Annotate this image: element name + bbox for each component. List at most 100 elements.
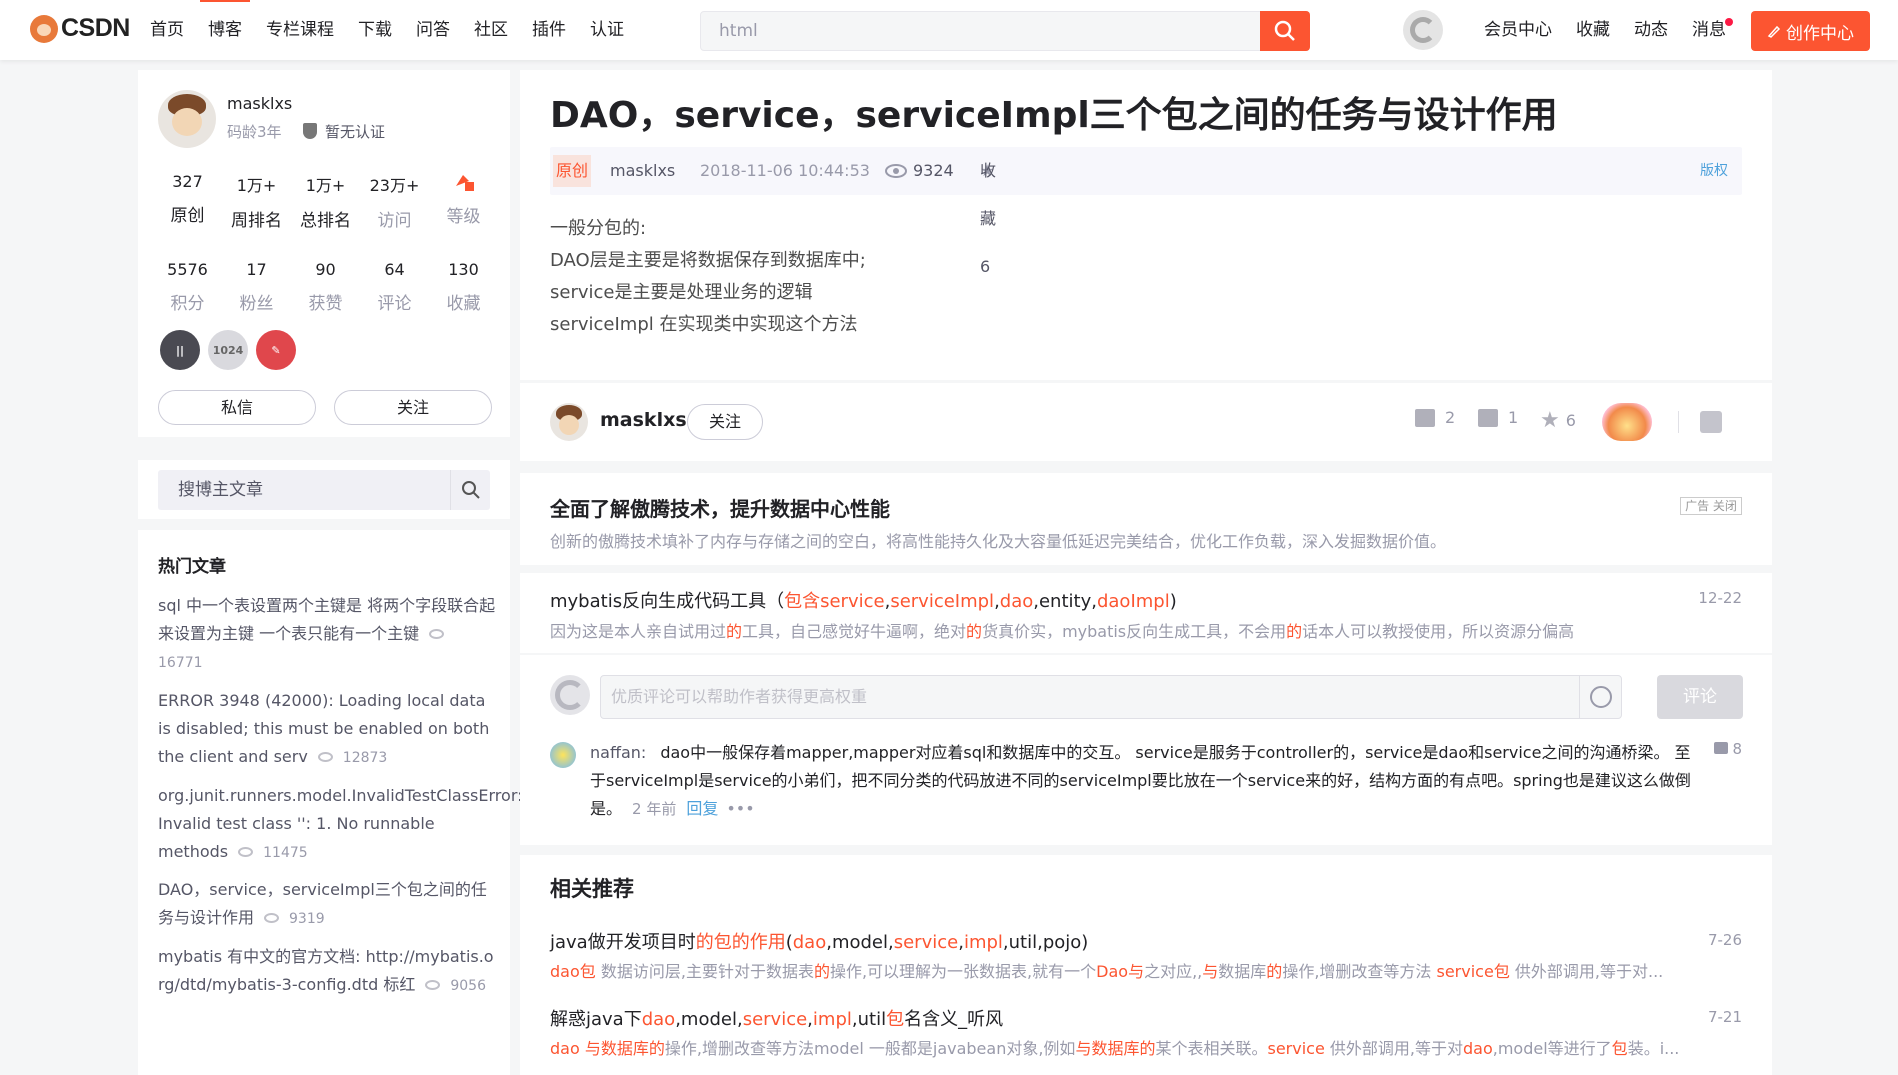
author-avatar[interactable] (158, 90, 216, 148)
nav-messages[interactable]: 消息 (1692, 0, 1733, 60)
emoji-button[interactable] (1579, 676, 1621, 718)
nav-cert[interactable]: 认证 (590, 0, 624, 60)
stat-original[interactable]: 327 原创 (153, 172, 222, 231)
article-meta: 原创 masklxs 2018-11-06 10:44:53 9324 ★ 收藏 … (550, 147, 1742, 276)
recommend-title[interactable]: mybatis反向生成代码工具（包含service,serviceImpl,da… (550, 587, 1177, 613)
eye-icon (429, 629, 445, 639)
recommend-date: 12-22 (1698, 589, 1742, 607)
recommend-item[interactable]: mybatis反向生成代码工具（包含service,serviceImpl,da… (520, 573, 1772, 653)
nav-favorites[interactable]: 收藏 (1576, 0, 1610, 60)
share-icon[interactable] (1700, 411, 1722, 433)
ad-close-tag[interactable]: 广告 关闭 (1680, 497, 1742, 515)
commenter-avatar (550, 675, 590, 715)
comment-like-button[interactable]: 8 (1714, 740, 1742, 758)
ad-card[interactable]: 全面了解傲腾技术，提升数据中心性能 创新的傲腾技术填补了内存与存储之间的空白，将… (520, 473, 1772, 565)
follow-button[interactable]: 关注 (334, 390, 492, 425)
main-nav: 首页 博客 专栏课程 下载 问答 社区 插件 认证 (150, 0, 648, 60)
author-toolbar: masklxs 关注 2 1 ★ 6 (520, 383, 1772, 461)
reply-button[interactable]: 回复 (686, 799, 718, 818)
hot-articles-card: 热门文章 sql 中一个表设置两个主键是 将两个字段联合起来设置为主键 一个表只… (138, 530, 523, 1065)
stat-likes: 90 获赞 (308, 260, 343, 314)
article-body: 一般分包的: DAO层是主要是将数据保存到数据库中; service是主要是处理… (550, 218, 866, 335)
toolbar-author-name[interactable]: masklxs (600, 409, 687, 431)
nav-plugin[interactable]: 插件 (532, 0, 566, 60)
eye-icon (264, 913, 280, 923)
nav-home[interactable]: 首页 (150, 0, 184, 60)
related-item-title[interactable]: 解惑java下dao,model,service,impl,util包名含义_听… (550, 1005, 1003, 1031)
nav-community[interactable]: 社区 (474, 0, 508, 60)
hot-article-item[interactable]: mybatis 有中文的官方文档: http://mybatis.org/dtd… (158, 943, 498, 1000)
blog-search-placeholder: 搜博主文章 (178, 480, 263, 500)
toolbar-avatar[interactable] (550, 403, 588, 441)
hot-article-item[interactable]: DAO，service，serviceImpl三个包之间的任务与设计作用 9319 (158, 876, 498, 933)
comment-button[interactable]: 1 (1478, 408, 1518, 427)
copyright-link[interactable]: 版权 (1700, 147, 1728, 195)
nav-courses[interactable]: 专栏课程 (266, 0, 334, 60)
comment-icon (1478, 408, 1498, 427)
search-button[interactable] (1260, 11, 1310, 51)
right-nav: 会员中心 收藏 动态 消息 (1484, 0, 1750, 60)
related-item-title[interactable]: java做开发项目时的包的作用(dao,model,service,impl,u… (550, 928, 1088, 954)
left-bottom-card (138, 1064, 510, 1075)
stat-total-rank[interactable]: 1万+ 总排名 (291, 172, 360, 231)
stats-row-1: 327 原创 1万+ 周排名 1万+ 总排名 23万+ 访问 等级 (138, 172, 510, 231)
nav-download[interactable]: 下载 (358, 0, 392, 60)
comment-submit-button[interactable]: 评论 (1657, 675, 1743, 719)
more-options-icon[interactable]: ••• (726, 799, 754, 818)
verify-label: 暂无认证 (325, 123, 386, 141)
comments-card: 优质评论可以帮助作者获得更高权重 评论 naffan: dao中一般保存着mapp… (520, 655, 1772, 845)
badge-hexagon-icon[interactable]: || (160, 330, 200, 370)
message-button[interactable]: 私信 (158, 390, 316, 425)
star-icon: ★ (1540, 408, 1560, 433)
stat-level[interactable]: 等级 (429, 172, 498, 231)
c-logo-icon (555, 680, 585, 710)
nav-activity[interactable]: 动态 (1634, 0, 1668, 60)
ad-title[interactable]: 全面了解傲腾技术，提升数据中心性能 (550, 493, 890, 522)
blog-search-button[interactable] (450, 470, 490, 510)
search-input[interactable]: html (719, 12, 758, 50)
comment-user-avatar[interactable] (550, 742, 576, 768)
badge-pen-icon[interactable]: ✎ (256, 330, 296, 370)
meta-datetime: 2018-11-06 10:44:53 (700, 161, 870, 180)
badge-list: || 1024 ✎ (160, 330, 304, 370)
user-avatar[interactable] (1403, 10, 1443, 50)
star-button[interactable]: ★ 6 (1540, 408, 1576, 433)
nav-blog[interactable]: 博客 (200, 0, 250, 60)
like-button[interactable]: 2 (1415, 408, 1455, 427)
reward-icon[interactable] (1602, 403, 1652, 441)
thumb-up-icon (1714, 742, 1729, 754)
comment-user[interactable]: naffan: (590, 743, 646, 762)
comment-input[interactable]: 优质评论可以帮助作者获得更高权重 (600, 675, 1622, 719)
create-center-button[interactable]: 创作中心 (1751, 11, 1870, 51)
csdn-logo[interactable]: CSDN (30, 14, 130, 43)
hot-title: 热门文章 (158, 557, 226, 577)
stat-favorites: 130 收藏 (446, 260, 481, 314)
stat-fans[interactable]: 17 粉丝 (222, 260, 291, 314)
badge-1024-icon[interactable]: 1024 (208, 330, 248, 370)
site-search: html (700, 11, 1310, 51)
author-age: 码龄3年 (227, 123, 282, 141)
author-name[interactable]: masklxs (227, 94, 292, 113)
nav-member[interactable]: 会员中心 (1484, 0, 1552, 60)
comment-text: dao中一般保存着mapper,mapper对应着sql和数据库中的交互。 se… (590, 743, 1691, 818)
smiley-icon (1589, 686, 1612, 708)
blog-search-input[interactable]: 搜博主文章 (158, 470, 490, 510)
c-logo-icon (1410, 17, 1436, 43)
create-label: 创作中心 (1786, 23, 1854, 44)
hot-article-item[interactable]: org.junit.runners.model.InvalidTestClass… (158, 782, 523, 867)
recommend-desc: 因为这是本人亲自试用过的工具，自己感觉好牛逼啊，绝对的货真价实，mybatis反… (550, 622, 1575, 641)
hot-article-item[interactable]: sql 中一个表设置两个主键是 将两个字段联合起来设置为主键 一个表只能有一个主… (158, 592, 498, 677)
top-navbar: CSDN 首页 博客 专栏课程 下载 问答 社区 插件 认证 html 会员中心… (0, 0, 1898, 60)
thumb-up-icon (1415, 408, 1435, 427)
related-item-date: 7-21 (1707, 1008, 1742, 1026)
verify-status: 暂无认证 (303, 121, 385, 142)
stat-week-rank[interactable]: 1万+ 周排名 (222, 172, 291, 231)
eye-icon (238, 847, 254, 857)
profile-card: masklxs 码龄3年 暂无认证 327 原创 1万+ 周排名 1万+ 总排名 23… (138, 70, 510, 437)
hot-article-item[interactable]: ERROR 3948 (42000): Loading local data i… (158, 687, 498, 772)
nav-qa[interactable]: 问答 (416, 0, 450, 60)
related-item-date: 7-26 (1707, 931, 1742, 949)
meta-author[interactable]: masklxs (610, 147, 675, 195)
search-icon (461, 481, 480, 499)
toolbar-follow-button[interactable]: 关注 (687, 404, 763, 440)
